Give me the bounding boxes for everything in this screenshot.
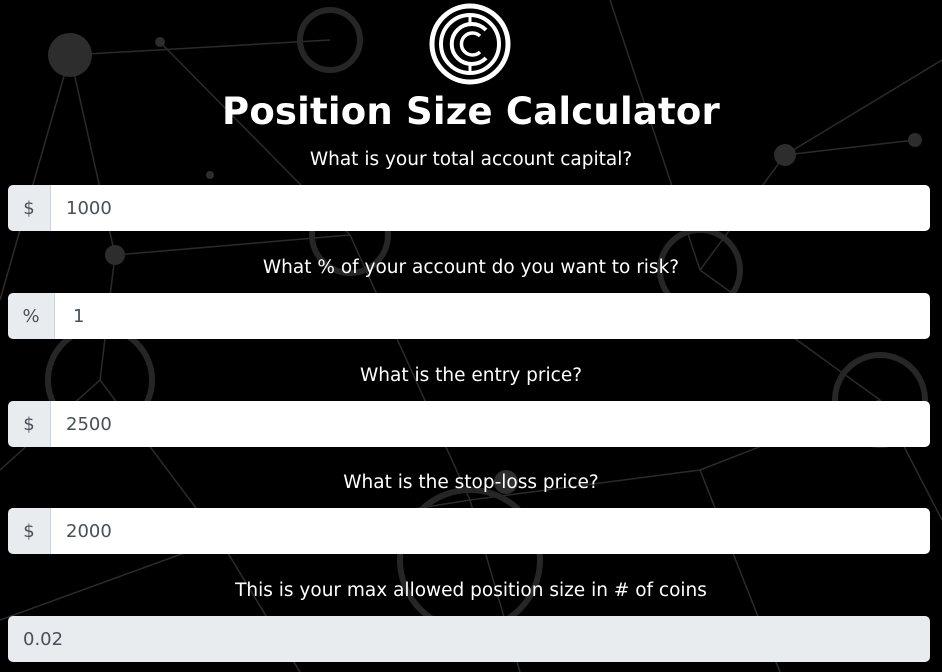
entry-price-input-group: $ 2500 — [8, 401, 930, 447]
risk-percent-input[interactable]: 1 — [55, 293, 930, 339]
result-output-group: 0.02 — [8, 616, 930, 662]
risk-percent-label: What % of your account do you want to ri… — [262, 257, 680, 278]
page-title: Position Size Calculator — [222, 90, 720, 133]
entry-price-label: What is the entry price? — [359, 365, 583, 386]
percent-prefix: % — [8, 293, 55, 339]
dollar-prefix: $ — [8, 401, 51, 447]
dollar-prefix: $ — [8, 185, 51, 231]
position-size-output: 0.02 — [8, 616, 930, 662]
capital-input[interactable]: 1000 — [51, 185, 930, 231]
capital-input-group: $ 1000 — [8, 185, 930, 231]
crypto-c-logo-icon — [429, 3, 511, 85]
capital-label: What is your total account capital? — [309, 149, 633, 170]
risk-percent-input-group: % 1 — [8, 293, 930, 339]
entry-price-input[interactable]: 2500 — [51, 401, 930, 447]
stop-loss-input-group: $ 2000 — [8, 508, 930, 554]
stop-loss-input[interactable]: 2000 — [51, 508, 930, 554]
stop-loss-label: What is the stop-loss price? — [343, 472, 599, 493]
dollar-prefix: $ — [8, 508, 51, 554]
result-label: This is your max allowed position size i… — [235, 580, 707, 601]
